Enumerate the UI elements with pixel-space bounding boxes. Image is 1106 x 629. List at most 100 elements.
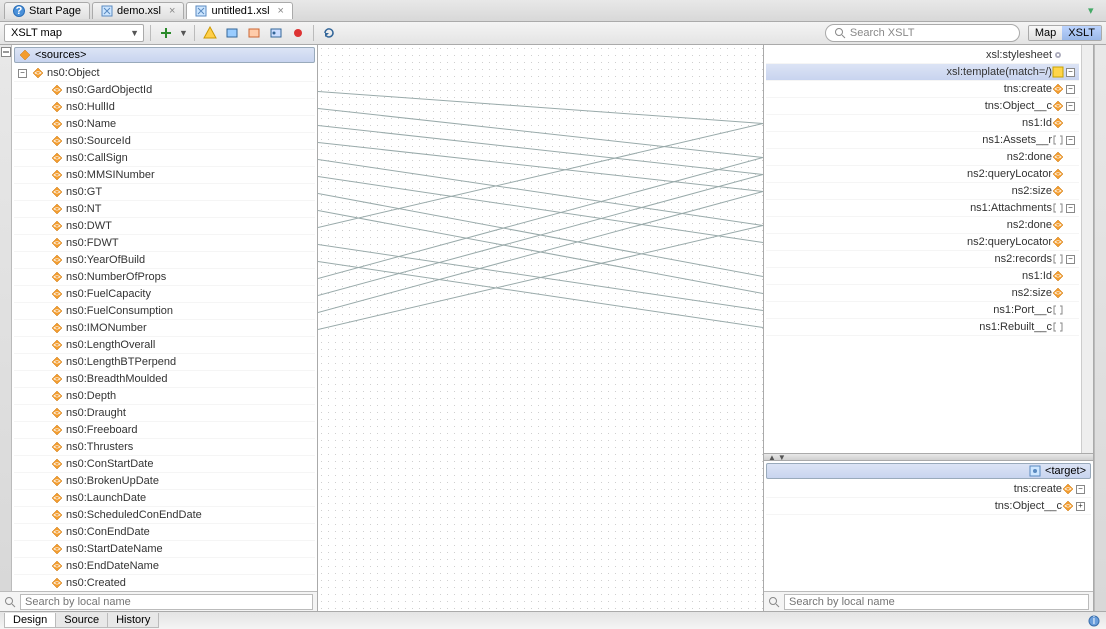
apply-button[interactable] bbox=[223, 24, 241, 42]
tree-row[interactable]: −<>tns:Object__c bbox=[766, 98, 1079, 115]
node-label: ns2:queryLocator bbox=[967, 168, 1052, 180]
node-label: ns0:ScheduledConEndDate bbox=[66, 509, 202, 521]
tree-row[interactable]: <>ns0:LengthOverall bbox=[14, 337, 315, 354]
save-image-button[interactable] bbox=[267, 24, 285, 42]
tree-row[interactable]: <>ns0:GardObjectId bbox=[14, 82, 315, 99]
tree-row[interactable]: <>ns2:size bbox=[766, 183, 1079, 200]
tree-row[interactable]: −<>tns:create bbox=[766, 81, 1079, 98]
node-label: ns0:SourceId bbox=[66, 135, 131, 147]
tree-row[interactable]: +<>tns:Object__c bbox=[766, 498, 1091, 515]
tree-toggle[interactable]: − bbox=[1066, 85, 1075, 94]
tree-row[interactable]: <>ns0:FuelCapacity bbox=[14, 286, 315, 303]
refresh-button[interactable] bbox=[320, 24, 338, 42]
tree-row[interactable]: <>ns0:HullId bbox=[14, 99, 315, 116]
tree-row[interactable]: <>ns0:StartDateName bbox=[14, 541, 315, 558]
tab-label: Start Page bbox=[29, 5, 81, 17]
tree-row[interactable]: ns1:Rebuilt__c bbox=[766, 319, 1079, 336]
source-tree[interactable]: −<>ns0:Object<>ns0:GardObjectId<>ns0:Hul… bbox=[12, 63, 317, 591]
chevron-down-icon[interactable]: ▼ bbox=[179, 28, 188, 38]
tree-row[interactable]: <>ns0:BreadthMoulded bbox=[14, 371, 315, 388]
node-label: ns0:Name bbox=[66, 118, 116, 130]
tree-row[interactable]: <>ns2:size bbox=[766, 285, 1079, 302]
tree-row[interactable]: <>ns1:Id bbox=[766, 115, 1079, 132]
tree-row[interactable]: <>ns0:IMONumber bbox=[14, 320, 315, 337]
sources-header-label: <sources> bbox=[35, 49, 86, 61]
transform-button[interactable] bbox=[245, 24, 263, 42]
toggle-xslt[interactable]: XSLT bbox=[1062, 26, 1101, 40]
bottom-tab[interactable]: History bbox=[107, 613, 159, 628]
toggle-map[interactable]: Map bbox=[1029, 26, 1062, 40]
tree-row[interactable]: −ns1:Attachments bbox=[766, 200, 1079, 217]
tree-row[interactable]: <>ns0:NT bbox=[14, 201, 315, 218]
mapping-canvas[interactable] bbox=[318, 45, 764, 611]
tree-row[interactable]: <>ns0:EndDateName bbox=[14, 558, 315, 575]
tree-toggle[interactable]: − bbox=[1066, 204, 1075, 213]
add-button[interactable] bbox=[157, 24, 175, 42]
tree-row[interactable]: <>ns0:DWT bbox=[14, 218, 315, 235]
tree-row[interactable]: −ns1:Assets__r bbox=[766, 132, 1079, 149]
editor-tab[interactable]: ?Start Page bbox=[4, 2, 90, 19]
tree-row[interactable]: <>ns0:GT bbox=[14, 184, 315, 201]
svg-text:<>: <> bbox=[53, 122, 61, 128]
tree-row[interactable]: <>ns0:SourceId bbox=[14, 133, 315, 150]
bottom-tab[interactable]: Design bbox=[4, 613, 56, 628]
tree-row[interactable]: <>ns1:Id bbox=[766, 268, 1079, 285]
tree-toggle[interactable]: − bbox=[1066, 255, 1075, 264]
close-icon[interactable]: × bbox=[169, 5, 175, 17]
collapse-icon[interactable] bbox=[1, 47, 11, 57]
tree-row[interactable]: <> ns0:Name bbox=[14, 116, 315, 133]
target-search-input[interactable] bbox=[784, 594, 1089, 610]
editor-tab[interactable]: untitled1.xsl× bbox=[186, 2, 293, 19]
tree-toggle[interactable]: + bbox=[1076, 502, 1085, 511]
view-combo[interactable]: XSLT map ▼ bbox=[4, 24, 144, 42]
tree-row[interactable]: <>ns2:done bbox=[766, 217, 1079, 234]
tree-row[interactable]: <>ns0:ConEndDate bbox=[14, 524, 315, 541]
tree-toggle[interactable]: − bbox=[1066, 136, 1075, 145]
tree-row[interactable]: <>ns0:ConStartDate bbox=[14, 456, 315, 473]
tree-row[interactable]: <>ns0:Created bbox=[14, 575, 315, 591]
breakpoint-button[interactable] bbox=[289, 24, 307, 42]
tree-row[interactable]: <>ns0:MMSINumber bbox=[14, 167, 315, 184]
editor-tab[interactable]: demo.xsl× bbox=[92, 2, 184, 19]
tree-row[interactable]: <>ns0:Depth bbox=[14, 388, 315, 405]
tree-row[interactable]: <>ns0:Freeboard bbox=[14, 422, 315, 439]
tree-row[interactable]: <>ns0:FuelConsumption bbox=[14, 303, 315, 320]
tree-row[interactable]: <>ns0:CallSign bbox=[14, 150, 315, 167]
tree-row[interactable]: −<>ns0:Object bbox=[14, 65, 315, 82]
tree-row[interactable]: <>ns2:queryLocator bbox=[766, 166, 1079, 183]
tree-row[interactable]: xsl:stylesheet bbox=[766, 47, 1079, 64]
tree-row[interactable]: <>ns0:LaunchDate bbox=[14, 490, 315, 507]
tree-row[interactable]: ns1:Port__c bbox=[766, 302, 1079, 319]
tree-row[interactable]: <>ns0:FDWT bbox=[14, 235, 315, 252]
tree-row[interactable]: −ns2:records bbox=[766, 251, 1079, 268]
tree-toggle[interactable]: − bbox=[1066, 102, 1075, 111]
tree-row[interactable]: <>ns0:Thrusters bbox=[14, 439, 315, 456]
close-icon[interactable]: × bbox=[278, 5, 284, 17]
search-xslt-field[interactable]: Search XSLT bbox=[825, 24, 1020, 42]
tree-row[interactable]: <>ns0:ScheduledConEndDate bbox=[14, 507, 315, 524]
tree-row[interactable]: <>ns2:done bbox=[766, 149, 1079, 166]
target-tree-body[interactable]: −<>tns:create+<>tns:Object__c bbox=[764, 479, 1093, 591]
node-label: xsl:template(match=/) bbox=[947, 66, 1052, 78]
svg-text:<>: <> bbox=[1054, 223, 1062, 229]
tree-row[interactable]: <>ns0:LengthBTPerpend bbox=[14, 354, 315, 371]
source-search-input[interactable] bbox=[20, 594, 313, 610]
tree-toggle[interactable]: − bbox=[1076, 485, 1085, 494]
tree-row[interactable]: <>ns0:NumberOfProps bbox=[14, 269, 315, 286]
tree-toggle[interactable]: − bbox=[18, 69, 27, 78]
svg-text:<>: <> bbox=[1064, 487, 1072, 493]
bottom-tab[interactable]: Source bbox=[55, 613, 108, 628]
tree-toggle[interactable]: − bbox=[1066, 68, 1075, 77]
scrollbar[interactable] bbox=[1081, 45, 1093, 453]
tree-row[interactable]: <>ns0:BrokenUpDate bbox=[14, 473, 315, 490]
info-icon[interactable]: i bbox=[1088, 615, 1100, 627]
tree-row[interactable]: <>ns2:queryLocator bbox=[766, 234, 1079, 251]
tree-row[interactable]: − xsl:template(match=/) bbox=[766, 64, 1079, 81]
template-tree-body[interactable]: xsl:stylesheet − xsl:template(match=/) −<>t… bbox=[764, 45, 1081, 453]
tree-row[interactable]: <>ns0:Draught bbox=[14, 405, 315, 422]
split-divider[interactable]: ▲ ▼ bbox=[764, 453, 1093, 461]
validate-button[interactable] bbox=[201, 24, 219, 42]
tree-row[interactable]: <>ns0:YearOfBuild bbox=[14, 252, 315, 269]
tab-dropdown-icon[interactable]: ▾ bbox=[1088, 4, 1102, 18]
tree-row[interactable]: −<>tns:create bbox=[766, 481, 1091, 498]
